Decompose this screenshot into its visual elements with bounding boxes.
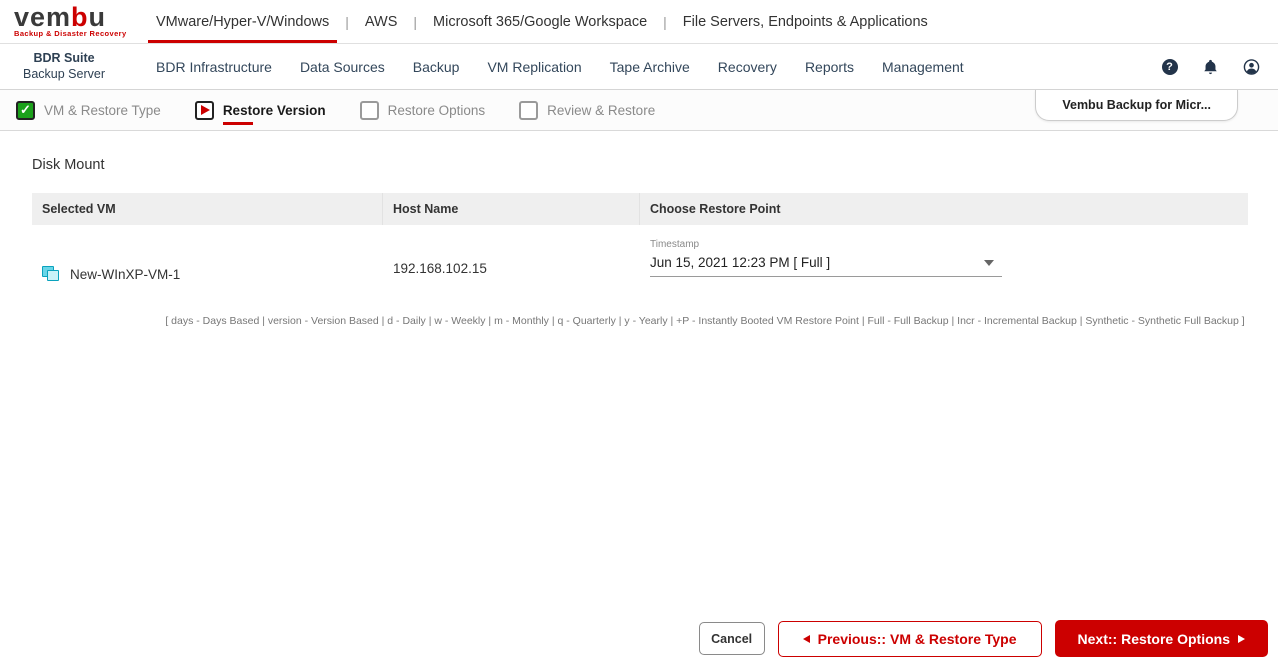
- cancel-button[interactable]: Cancel: [698, 622, 765, 655]
- product-suite-label: BDR Suite: [33, 50, 95, 65]
- wizard-step-review-restore[interactable]: Review & Restore: [519, 100, 656, 120]
- menu-tape-archive[interactable]: Tape Archive: [596, 59, 704, 75]
- selected-vm-cell: New-WInXP-VM-1: [32, 239, 383, 293]
- page: vembu Backup & Disaster Recovery VMware/…: [0, 0, 1278, 667]
- logo-part: u: [88, 2, 107, 32]
- next-button[interactable]: Next:: Restore Options: [1054, 620, 1268, 657]
- help-icon[interactable]: ?: [1161, 58, 1178, 75]
- next-button-label: Next:: Restore Options: [1077, 630, 1230, 647]
- menu-bdr-infrastructure[interactable]: BDR Infrastructure: [142, 59, 286, 75]
- column-header-choose-restore-point: Choose Restore Point: [650, 202, 781, 216]
- empty-checkbox-icon: [359, 100, 379, 120]
- footer-actions: Cancel Previous:: VM & Restore Type Next…: [698, 620, 1268, 657]
- tab-separator: |: [345, 13, 349, 30]
- vm-name: New-WInXP-VM-1: [70, 266, 181, 282]
- main-content: Disk Mount Selected VM Host Name Choose …: [0, 131, 1278, 327]
- play-triangle-icon: [200, 105, 210, 115]
- tab-aws[interactable]: AWS: [353, 0, 410, 43]
- tab-file-servers-endpoints-applications[interactable]: File Servers, Endpoints & Applications: [671, 0, 940, 43]
- wizard-step-label: Review & Restore: [547, 102, 656, 118]
- vm-icon: [42, 266, 60, 282]
- vembu-logo[interactable]: vembu Backup & Disaster Recovery: [0, 2, 130, 39]
- wizard-step-restore-version[interactable]: Restore Version: [194, 100, 326, 125]
- restore-point-table: Selected VM Host Name Choose Restore Poi…: [32, 193, 1248, 293]
- timestamp-label: Timestamp: [650, 239, 700, 250]
- tab-separator: |: [663, 13, 667, 30]
- menu-data-sources[interactable]: Data Sources: [286, 59, 399, 75]
- table-header-row: Selected VM Host Name Choose Restore Poi…: [32, 193, 1248, 225]
- wizard-step-label: Restore Options: [387, 102, 486, 118]
- tab-vmware-hyperv-windows[interactable]: VMware/Hyper-V/Windows: [144, 0, 341, 43]
- page-title: Disk Mount: [32, 157, 105, 173]
- appbar-icon-group: ?: [1161, 58, 1278, 75]
- restore-point-legend: [ days - Days Based | version - Version …: [165, 315, 1245, 327]
- checked-checkbox-icon: ✓: [16, 100, 35, 120]
- tab-microsoft365-google-workspace[interactable]: Microsoft 365/Google Workspace: [421, 0, 659, 43]
- wizard-step-label: Restore Version: [222, 102, 326, 125]
- play-checkbox-icon: [194, 100, 214, 120]
- account-user-icon[interactable]: [1243, 58, 1260, 75]
- wizard-steps-bar: ✓ VM & Restore Type Restore Version Rest…: [0, 90, 1278, 131]
- logo-part: b: [71, 2, 89, 32]
- wizard-step-restore-options[interactable]: Restore Options: [359, 100, 486, 120]
- menu-management[interactable]: Management: [868, 59, 978, 75]
- logo-wordmark: vembu: [14, 2, 130, 32]
- logo-part: vem: [14, 2, 72, 32]
- menu-reports[interactable]: Reports: [791, 59, 868, 75]
- logo-tagline: Backup & Disaster Recovery: [14, 29, 127, 38]
- menu-vm-replication[interactable]: VM Replication: [473, 59, 595, 75]
- previous-button-label: Previous:: VM & Restore Type: [817, 630, 1017, 647]
- workload-tabs: VMware/Hyper-V/Windows | AWS | Microsoft…: [144, 0, 940, 43]
- product-name[interactable]: BDR Suite Backup Server: [0, 51, 128, 82]
- notifications-bell-icon[interactable]: [1202, 58, 1219, 75]
- menu-recovery[interactable]: Recovery: [704, 59, 791, 75]
- wizard-step-label: VM & Restore Type: [44, 102, 161, 118]
- arrow-right-icon: [1238, 634, 1245, 643]
- timestamp-value: Jun 15, 2021 12:23 PM [ Full ]: [650, 255, 831, 270]
- chevron-down-icon: [984, 259, 994, 266]
- tab-separator: |: [413, 13, 418, 30]
- top-header: vembu Backup & Disaster Recovery VMware/…: [0, 0, 1278, 44]
- timestamp-dropdown-wrap: Timestamp Jun 15, 2021 12:23 PM [ Full ]: [650, 239, 1002, 277]
- column-header-selected-vm: Selected VM: [32, 193, 383, 225]
- product-server-label: Backup Server: [23, 66, 105, 81]
- main-menu: BDR Infrastructure Data Sources Backup V…: [142, 59, 978, 75]
- host-name-cell: 192.168.102.15: [393, 261, 487, 276]
- column-header-host-name: Host Name: [383, 193, 640, 225]
- restore-point-cell: Timestamp Jun 15, 2021 12:23 PM [ Full ]: [640, 239, 1248, 293]
- arrow-left-icon: [802, 634, 810, 643]
- wizard-step-vm-restore-type[interactable]: ✓ VM & Restore Type: [16, 100, 161, 120]
- empty-checkbox-icon: [519, 100, 539, 120]
- context-tab-vembu-backup[interactable]: Vembu Backup for Micr...: [1035, 90, 1238, 121]
- previous-button[interactable]: Previous:: VM & Restore Type: [777, 620, 1042, 657]
- menu-backup[interactable]: Backup: [399, 59, 474, 75]
- table-row: New-WInXP-VM-1 192.168.102.15 Timestamp …: [32, 225, 1248, 293]
- app-menu-bar: BDR Suite Backup Server BDR Infrastructu…: [0, 44, 1278, 90]
- timestamp-dropdown[interactable]: Jun 15, 2021 12:23 PM [ Full ]: [650, 253, 1002, 277]
